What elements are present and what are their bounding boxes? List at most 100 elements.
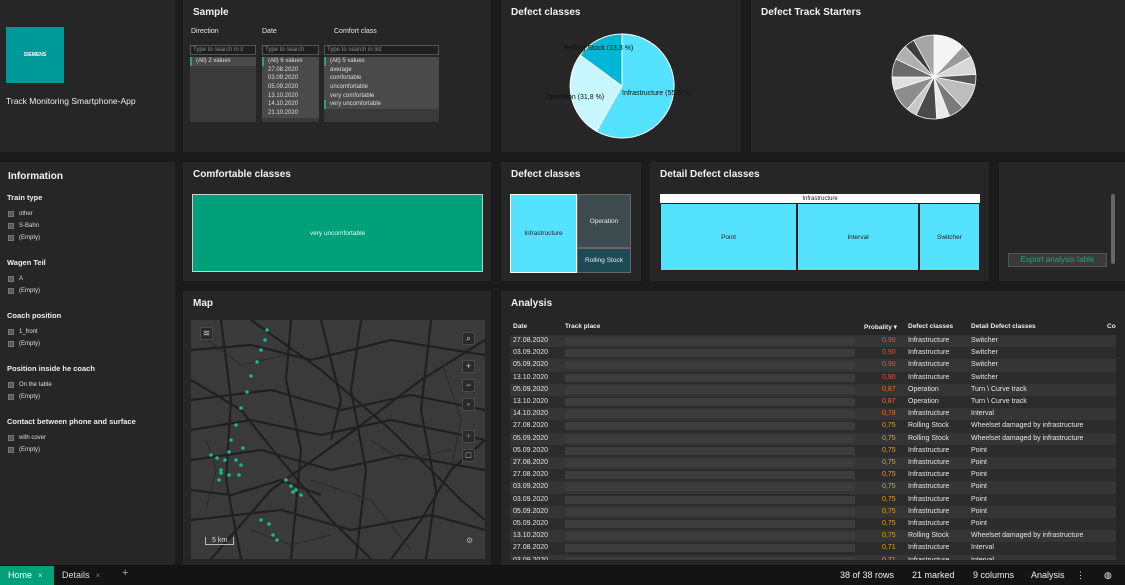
column-header-date[interactable]: Date	[513, 323, 527, 330]
filter-item[interactable]: A	[8, 276, 23, 282]
table-row[interactable]: 03.09.2020 0,75 Infrastructure Point	[510, 481, 1116, 494]
list-item[interactable]: very uncomfortable	[324, 100, 439, 110]
close-icon[interactable]: ×	[38, 571, 43, 580]
filter-item[interactable]: other	[8, 211, 33, 217]
home-extent-icon[interactable]: ◦	[462, 398, 475, 411]
table-row[interactable]: 03.09.2020 0,71 Infrastructure Interval	[510, 554, 1116, 560]
date-search-input[interactable]: Type to search	[262, 45, 319, 55]
table-row[interactable]: 05.09.2020 0,87 Operation Turn \ Curve trac…	[510, 383, 1116, 396]
treemap-cell-operation[interactable]: Operation	[577, 194, 631, 248]
checkbox-icon[interactable]	[8, 235, 14, 241]
zoom-out-icon[interactable]: −	[462, 379, 475, 392]
layers-icon[interactable]: ≋	[200, 327, 213, 340]
export-analysis-table-button[interactable]: Export analysis table	[1008, 253, 1107, 267]
table-row[interactable]: 27.08.2020 0,75 Rolling Stock Wheelset dama…	[510, 420, 1116, 433]
rectangle-select-icon[interactable]: □	[462, 449, 475, 462]
date-label: Date	[262, 28, 277, 35]
defect-pie-chart[interactable]: Rolling Stock (13,3 %) Operation (31,8 %…	[501, 0, 741, 152]
table-row[interactable]: 13.10.2020 0,75 Rolling Stock Wheelset dama…	[510, 530, 1116, 543]
filter-item[interactable]: 1_front	[8, 329, 38, 335]
list-item[interactable]: comfortable	[324, 74, 439, 84]
settings-icon[interactable]: ⚙	[466, 536, 473, 545]
list-item[interactable]: (All) 2 values	[190, 57, 256, 66]
checkbox-icon[interactable]	[8, 382, 14, 388]
column-header-detail-defect-classes[interactable]: Detail Defect classes	[971, 323, 1036, 330]
active-view[interactable]: Analysis	[1031, 570, 1065, 580]
table-row[interactable]: 05.09.2020 0,75 Infrastructure Point	[510, 505, 1116, 518]
filter-item[interactable]: (Empty)	[8, 447, 40, 453]
checkbox-icon[interactable]	[8, 435, 14, 441]
table-row[interactable]: 27.08.2020 0,75 Infrastructure Point	[510, 457, 1116, 470]
filter-item[interactable]: (Empty)	[8, 341, 40, 347]
close-icon[interactable]: ×	[96, 571, 101, 580]
list-item[interactable]: very comfortable	[324, 91, 439, 101]
table-row[interactable]: 05.09.2020 0,75 Infrastructure Point	[510, 444, 1116, 457]
starters-pie-chart[interactable]	[751, 0, 1125, 152]
table-row[interactable]: 05.09.2020 0,75 Infrastructure Point	[510, 518, 1116, 531]
list-item[interactable]: 21.10.2020	[262, 109, 319, 118]
treemap-cell-point[interactable]: Point	[660, 203, 797, 271]
table-row[interactable]: 13.10.2020 0,90 Infrastructure Switcher	[510, 371, 1116, 384]
treemap-cell-very-uncomfortable[interactable]: very uncomfortable	[192, 194, 483, 272]
checkbox-icon[interactable]	[8, 341, 14, 347]
list-item[interactable]: 05.09.2020	[262, 83, 319, 92]
list-item[interactable]: average	[324, 65, 439, 75]
column-header-co[interactable]: Co	[1107, 323, 1116, 330]
checkbox-icon[interactable]	[8, 223, 14, 229]
add-tab-icon[interactable]: +	[122, 567, 128, 579]
treemap-cell-switcher[interactable]: Switcher	[919, 203, 980, 271]
table-row[interactable]: 03.09.2020 0,75 Infrastructure Point	[510, 493, 1116, 506]
checkbox-icon[interactable]	[8, 447, 14, 453]
list-item[interactable]: 03.09.2020	[262, 74, 319, 84]
list-item[interactable]: (All) 6 values	[262, 57, 319, 66]
list-item[interactable]: 14.10.2020	[262, 100, 319, 110]
analysis-table[interactable]: Date Track place Probality ▾ Defect clas…	[510, 322, 1116, 560]
map-canvas[interactable]	[191, 320, 485, 559]
tab-details[interactable]: Details ×	[62, 566, 100, 585]
list-item[interactable]: 13.10.2020	[262, 91, 319, 101]
table-row[interactable]: 05.09.2020 0,75 Rolling Stock Wheelset dama…	[510, 432, 1116, 445]
table-row[interactable]: 27.08.2020 0,75 Infrastructure Point	[510, 469, 1116, 482]
table-row[interactable]: 27.08.2020 0,71 Infrastructure Interval	[510, 542, 1116, 555]
list-item[interactable]: (All) 5 values	[324, 57, 439, 66]
zoom-in-icon[interactable]: +	[462, 360, 475, 373]
scrollbar[interactable]	[1111, 194, 1115, 264]
table-row[interactable]: 14.10.2020 0,78 Infrastructure Interval	[510, 408, 1116, 421]
table-row[interactable]: 27.08.2020 0,90 Infrastructure Switcher	[510, 335, 1116, 348]
map-point	[239, 463, 243, 467]
treemap-header-infrastructure[interactable]: Infrastructure	[660, 194, 980, 203]
more-options-icon[interactable]: ⋮	[1076, 570, 1085, 581]
list-item[interactable]: 27.08.2020	[262, 65, 319, 75]
checkbox-icon[interactable]	[8, 288, 14, 294]
checkbox-icon[interactable]	[8, 211, 14, 217]
list-item[interactable]: uncomfortable	[324, 83, 439, 92]
filter-item[interactable]: with cover	[8, 435, 46, 441]
table-row[interactable]: 13.10.2020 0,87 Operation Turn \ Curve trac…	[510, 396, 1116, 409]
comfort-search-input[interactable]: Type to search in list	[324, 45, 439, 55]
cell-date: 27.08.2020	[513, 459, 549, 466]
filter-item[interactable]: (Empty)	[8, 288, 40, 294]
treemap-cell-infrastructure[interactable]: Infrastructure	[510, 194, 577, 273]
checkbox-icon[interactable]	[8, 329, 14, 335]
column-header-track-place[interactable]: Track place	[565, 323, 600, 330]
date-list[interactable]: (All) 6 values 27.08.2020 03.09.2020 05.…	[262, 57, 319, 122]
table-row[interactable]: 05.09.2020 0,90 Infrastructure Switcher	[510, 359, 1116, 372]
direction-search-input[interactable]: Type to search in li	[190, 45, 256, 55]
treemap-cell-rolling-stock[interactable]: Rolling Stock	[577, 248, 631, 273]
checkbox-icon[interactable]	[8, 276, 14, 282]
table-row[interactable]: 03.09.2020 0,90 Infrastructure Switcher	[510, 347, 1116, 360]
select-add-icon[interactable]: +	[462, 430, 475, 443]
column-header-defect-classes[interactable]: Defect classes	[908, 323, 953, 330]
filter-item[interactable]: (Empty)	[8, 235, 40, 241]
tab-home[interactable]: Home ×	[0, 566, 54, 585]
filter-item[interactable]: S-Bahn	[8, 223, 39, 229]
filter-item[interactable]: (Empty)	[8, 394, 40, 400]
globe-icon[interactable]: ◍	[1104, 570, 1112, 581]
search-icon[interactable]: ⌕	[462, 332, 475, 345]
column-header-probality[interactable]: Probality ▾	[864, 323, 897, 331]
treemap-cell-interval[interactable]: Interval	[797, 203, 919, 271]
filter-item[interactable]: On the table	[8, 382, 52, 388]
comfort-list[interactable]: (All) 5 values average comfortable uncom…	[324, 57, 439, 122]
direction-list[interactable]: (All) 2 values	[190, 57, 256, 122]
checkbox-icon[interactable]	[8, 394, 14, 400]
